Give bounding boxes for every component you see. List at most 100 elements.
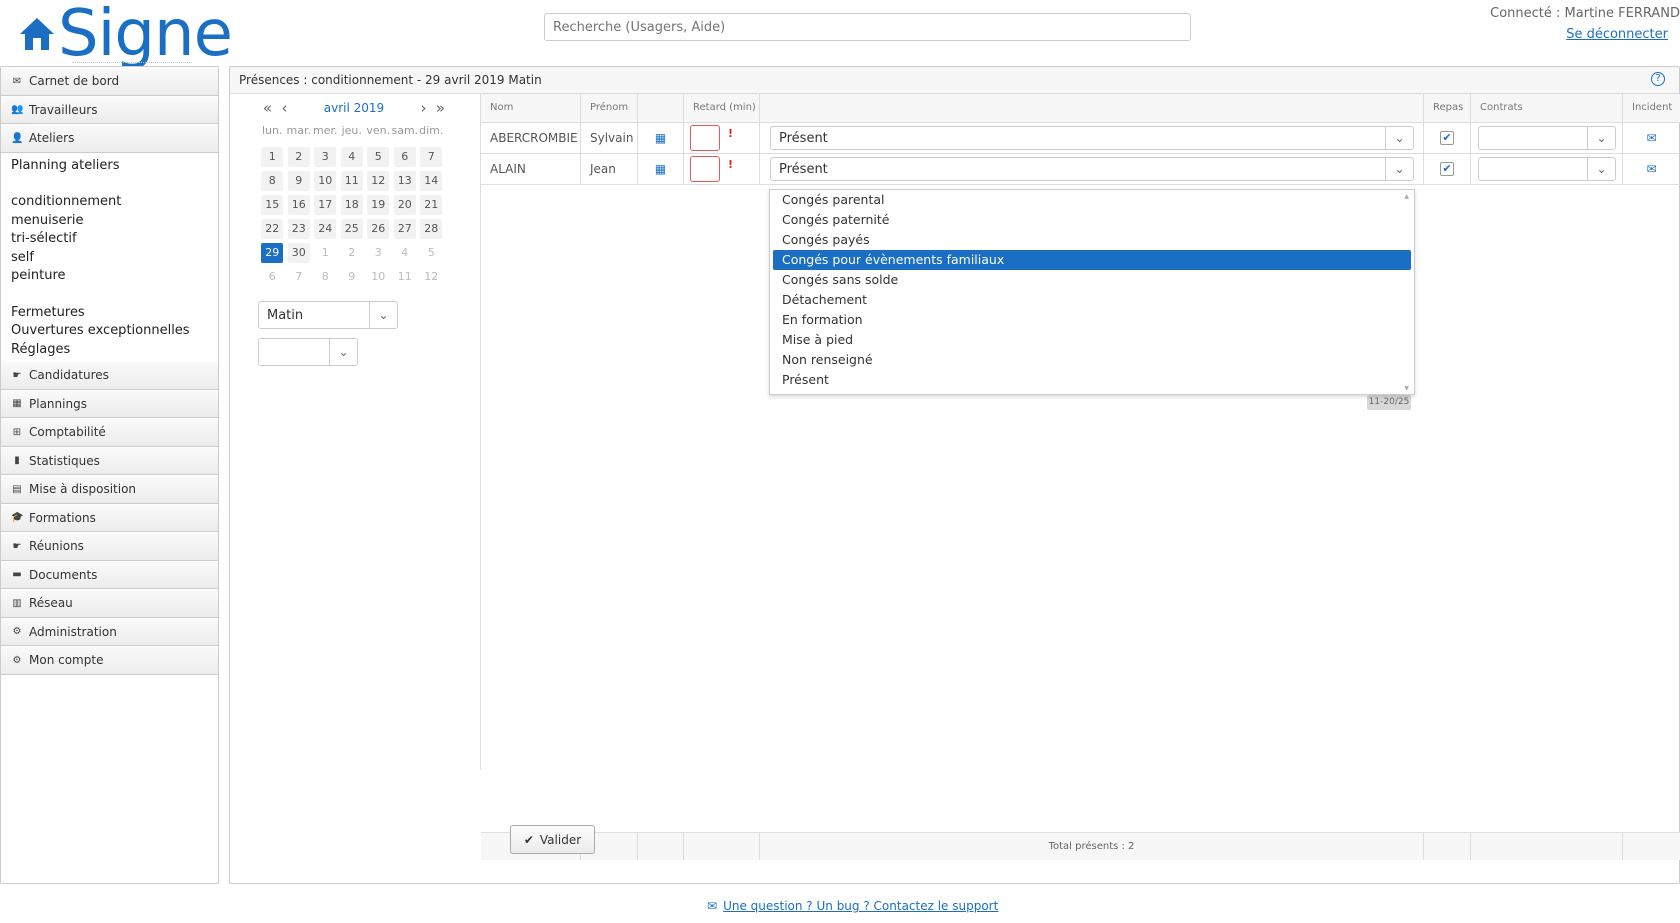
planning-ateliers-link[interactable]: Planning ateliers	[11, 157, 208, 176]
workshop-link[interactable]: peinture	[11, 267, 208, 286]
contrat-select[interactable]: ⌄	[1478, 157, 1616, 181]
calendar-day-selected[interactable]: 29	[259, 241, 286, 265]
calendar-day[interactable]: 2	[339, 241, 366, 265]
col-header-repas[interactable]: Repas	[1424, 94, 1471, 123]
calendar-day[interactable]: 11	[392, 265, 419, 289]
col-header-contrats[interactable]: Contrats	[1471, 94, 1623, 123]
calendar-day[interactable]: 5	[365, 145, 392, 169]
sidebar-item-ateliers[interactable]: 👤 Ateliers	[1, 124, 218, 153]
calendar-day[interactable]: 3	[365, 241, 392, 265]
calendar-day[interactable]: 15	[259, 193, 286, 217]
calendar-day[interactable]: 21	[418, 193, 445, 217]
envelope-icon[interactable]: ✉	[1623, 123, 1680, 154]
status-option[interactable]: En formation	[773, 310, 1411, 330]
fermetures-link[interactable]: Fermetures	[11, 304, 208, 323]
retard-input[interactable]	[690, 156, 720, 182]
calendar-day[interactable]: 26	[365, 217, 392, 241]
col-header-nom[interactable]: Nom	[481, 94, 581, 123]
scroll-up-icon[interactable]: ▲	[1404, 193, 1409, 200]
contrat-select[interactable]: ⌄	[1478, 126, 1616, 150]
calendar-day[interactable]: 24	[312, 217, 339, 241]
calendar-day[interactable]: 12	[365, 169, 392, 193]
status-option[interactable]: Congés payés	[773, 230, 1411, 250]
help-icon[interactable]: ?	[1651, 72, 1665, 86]
sidebar-item-statistiques[interactable]: ▮ Statistiques	[1, 446, 218, 475]
secondary-select[interactable]: ⌄	[258, 338, 358, 366]
status-select[interactable]: Présent ⌄	[770, 157, 1414, 181]
calendar-day[interactable]: 6	[392, 145, 419, 169]
sidebar-item-candidatures[interactable]: ☛ Candidatures	[1, 361, 218, 390]
calendar-day[interactable]: 13	[392, 169, 419, 193]
calendar-day[interactable]: 20	[392, 193, 419, 217]
calendar-day[interactable]: 7	[418, 145, 445, 169]
calendar-day[interactable]: 18	[339, 193, 366, 217]
col-header-incident[interactable]: Incident	[1623, 94, 1680, 123]
calendar-day[interactable]: 27	[392, 217, 419, 241]
status-option[interactable]: Congés sans solde	[773, 270, 1411, 290]
calendar-day[interactable]: 19	[365, 193, 392, 217]
calendar-day[interactable]: 25	[339, 217, 366, 241]
calendar-day[interactable]: 7	[286, 265, 313, 289]
calendar-day[interactable]: 2	[286, 145, 313, 169]
search-input[interactable]	[544, 13, 1191, 41]
signe-logo[interactable]: Signe	[14, 0, 233, 68]
sidebar-item-carnet-de-bord[interactable]: ✉ Carnet de bord	[1, 67, 218, 96]
sidebar-item-plannings[interactable]: ▦ Plannings	[1, 389, 218, 418]
status-option[interactable]: Congés paternité	[773, 210, 1411, 230]
calendar-day[interactable]: 28	[418, 217, 445, 241]
calendar-day[interactable]: 6	[259, 265, 286, 289]
scroll-down-icon[interactable]: ▼	[1404, 385, 1409, 392]
envelope-icon[interactable]: ✉	[1623, 154, 1680, 185]
calendar-day[interactable]: 9	[286, 169, 313, 193]
sidebar-item-mon-compte[interactable]: ⚙ Mon compte	[1, 646, 218, 675]
calendar-day[interactable]: 3	[312, 145, 339, 169]
col-header-retard[interactable]: Retard (min)	[684, 94, 760, 123]
calendar-month[interactable]: avril 2019	[293, 101, 415, 115]
status-option[interactable]: Non renseigné	[773, 350, 1411, 370]
sidebar-item-comptabilite[interactable]: ⊞ Comptabilité	[1, 418, 218, 447]
repas-checkbox[interactable]: ✔	[1440, 131, 1454, 145]
repas-checkbox[interactable]: ✔	[1440, 162, 1454, 176]
calendar-day[interactable]: 14	[418, 169, 445, 193]
next-month-icon[interactable]: ›	[415, 99, 432, 117]
workshop-link[interactable]: menuiserie	[11, 212, 208, 231]
status-option[interactable]: Congés parental	[773, 190, 1411, 210]
status-option[interactable]: Présent	[773, 370, 1411, 390]
calendar-day[interactable]: 1	[312, 241, 339, 265]
sidebar-item-mise-a-disposition[interactable]: ▤ Mise à disposition	[1, 475, 218, 504]
next-year-icon[interactable]: »	[432, 99, 449, 117]
prev-month-icon[interactable]: ‹	[276, 99, 293, 117]
calendar-day[interactable]: 4	[392, 241, 419, 265]
support-link[interactable]: Une question ? Un bug ? Contactez le sup…	[723, 899, 998, 913]
calendar-day[interactable]: 8	[312, 265, 339, 289]
status-option[interactable]: Détachement	[773, 290, 1411, 310]
sidebar-item-administration[interactable]: ⚙ Administration	[1, 617, 218, 646]
calendar-day[interactable]: 1	[259, 145, 286, 169]
calendar-day[interactable]: 5	[418, 241, 445, 265]
calendar-icon[interactable]: ▦	[638, 123, 684, 154]
calendar-day[interactable]: 23	[286, 217, 313, 241]
sidebar-item-documents[interactable]: ▬ Documents	[1, 560, 218, 589]
sidebar-item-reseau[interactable]: ▥ Réseau	[1, 589, 218, 618]
sidebar-item-travailleurs[interactable]: 👥 Travailleurs	[1, 95, 218, 124]
workshop-link[interactable]: tri-sélectif	[11, 230, 208, 249]
calendar-day[interactable]: 22	[259, 217, 286, 241]
calendar-day[interactable]: 10	[365, 265, 392, 289]
period-select[interactable]: Matin ⌄	[258, 301, 398, 329]
calendar-day[interactable]: 16	[286, 193, 313, 217]
status-option-highlighted[interactable]: Congés pour évènements familiaux	[773, 250, 1411, 270]
workshop-link[interactable]: conditionnement	[11, 193, 208, 212]
status-option[interactable]: Mise à pied	[773, 330, 1411, 350]
retard-input[interactable]	[690, 125, 720, 151]
ouvertures-link[interactable]: Ouvertures exceptionnelles	[11, 322, 208, 341]
logout-link[interactable]: Se déconnecter	[1490, 27, 1668, 42]
calendar-day[interactable]: 8	[259, 169, 286, 193]
prev-year-icon[interactable]: «	[259, 99, 276, 117]
calendar-icon[interactable]: ▦	[638, 154, 684, 185]
sidebar-item-formations[interactable]: 🎓 Formations	[1, 503, 218, 532]
valider-button[interactable]: ✔ Valider	[510, 825, 595, 854]
reglages-link[interactable]: Réglages	[11, 341, 208, 360]
workshop-link[interactable]: self	[11, 249, 208, 268]
sidebar-item-reunions[interactable]: ☛ Réunions	[1, 532, 218, 561]
calendar-day[interactable]: 17	[312, 193, 339, 217]
